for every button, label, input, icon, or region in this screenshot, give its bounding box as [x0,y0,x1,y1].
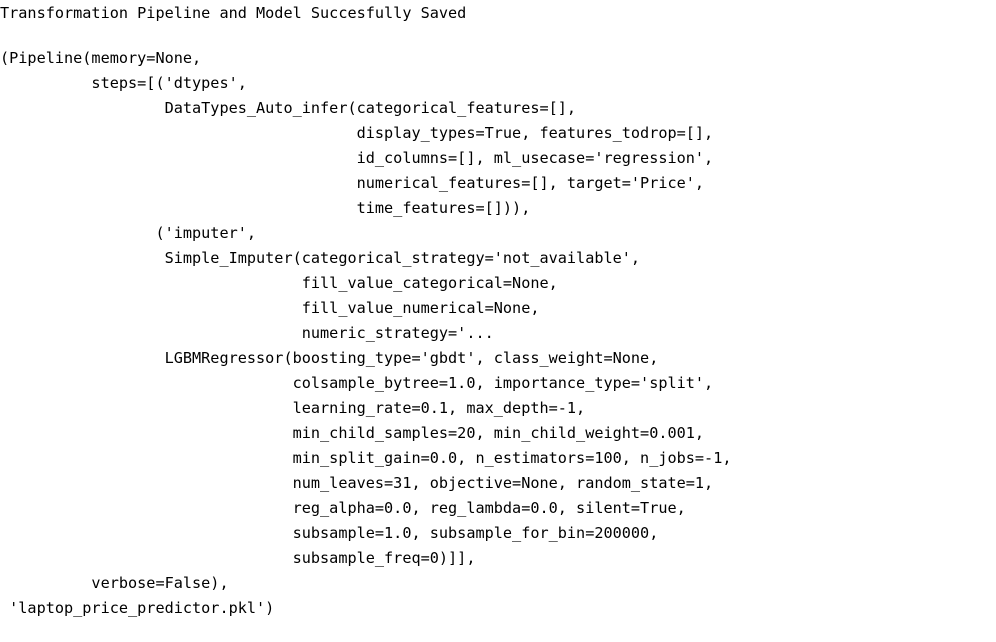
output-line: time_features=[])), [0,199,531,217]
output-line: Simple_Imputer(categorical_strategy='not… [0,249,641,267]
output-line: DataTypes_Auto_infer(categorical_feature… [0,99,577,117]
output-line: id_columns=[], ml_usecase='regression', [0,149,714,167]
output-line: subsample_freq=0)]], [0,549,476,567]
output-line: fill_value_numerical=None, [0,299,540,317]
output-line: 'laptop_price_predictor.pkl') [0,599,275,617]
output-line: numerical_features=[], target='Price', [0,174,705,192]
notebook-output-area: Transformation Pipeline and Model Succes… [0,0,996,642]
save-status-message: Transformation Pipeline and Model Succes… [0,4,467,22]
output-line: min_split_gain=0.0, n_estimators=100, n_… [0,449,732,467]
output-line: subsample=1.0, subsample_for_bin=200000, [0,524,659,542]
output-line: LGBMRegressor(boosting_type='gbdt', clas… [0,349,659,367]
output-line: ('imputer', [0,224,257,242]
output-line: verbose=False), [0,574,229,592]
output-line: num_leaves=31, objective=None, random_st… [0,474,714,492]
output-line: steps=[('dtypes', [0,74,247,92]
output-line: min_child_samples=20, min_child_weight=0… [0,424,705,442]
output-line: fill_value_categorical=None, [0,274,558,292]
output-line: numeric_strategy='... [0,324,494,342]
output-line: display_types=True, features_todrop=[], [0,124,714,142]
output-line: learning_rate=0.1, max_depth=-1, [0,399,586,417]
output-line: colsample_bytree=1.0, importance_type='s… [0,374,714,392]
output-line: (Pipeline(memory=None, [0,49,202,67]
output-line: reg_alpha=0.0, reg_lambda=0.0, silent=Tr… [0,499,686,517]
